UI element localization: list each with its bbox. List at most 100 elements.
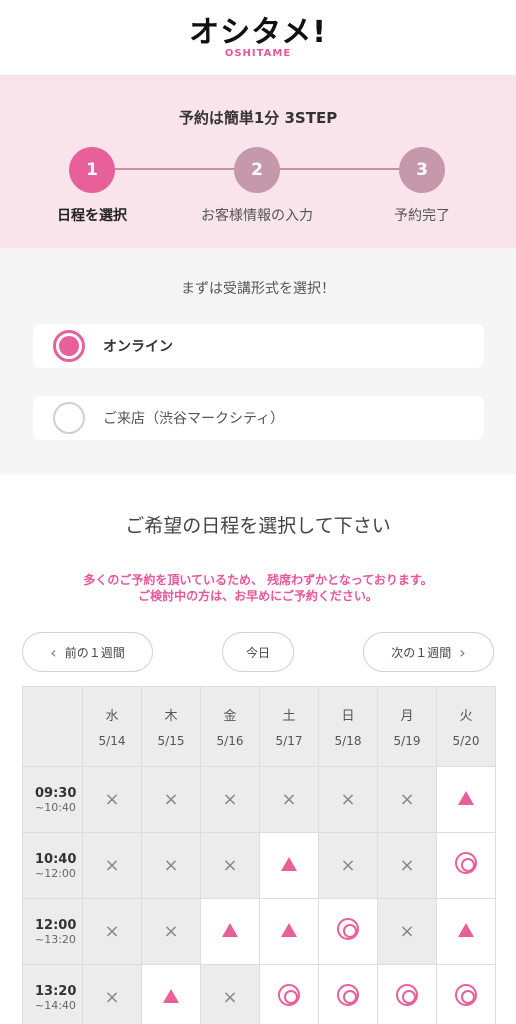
slot-few-left[interactable] <box>436 766 496 833</box>
availability-notice: 多くのご予約を頂いているため、 残席わずかとなっております。 ご検討中の方は、お… <box>0 572 516 604</box>
next-week-button[interactable]: 次の１週間 › <box>363 632 494 672</box>
day-header: 月 5/19 <box>377 686 437 767</box>
step-indicator: 1 日程を選択 2 お客様情報の入力 3 予約完了 予約は簡単1分 3STEP <box>0 75 516 248</box>
radio-unchecked-icon[interactable] <box>53 402 85 434</box>
slot-few-left[interactable] <box>259 898 319 965</box>
day-header: 金 5/16 <box>200 686 260 767</box>
table-row: 09:30 ~10:40 × × × × × × <box>22 766 496 833</box>
step-1: 1 日程を選択 <box>12 147 172 225</box>
time-slot-label: 09:30 ~10:40 <box>22 766 83 833</box>
slot-full: × <box>200 964 260 1024</box>
slot-full: × <box>200 766 260 833</box>
day-header: 木 5/15 <box>141 686 201 767</box>
option-in-store[interactable]: ご来店（渋谷マークシティ） <box>33 396 484 440</box>
triangle-icon <box>458 923 474 937</box>
day-header: 水 5/14 <box>82 686 142 767</box>
steps-title-wrap: 予約は簡単1分 3STEP <box>0 75 516 147</box>
logo-subtext: OSHITAME <box>224 48 292 59</box>
today-label: 今日 <box>245 645 270 660</box>
slot-few-left[interactable] <box>259 832 319 899</box>
day-header-saturday: 土 5/17 <box>259 686 319 767</box>
slot-full: × <box>141 766 201 833</box>
table-row: 13:20 ~14:40 × × <box>22 964 496 1024</box>
table-header-row: 水 5/14 木 5/15 金 5/16 土 5/17 日 5/18 月 5/19 火 5/2… <box>22 686 496 767</box>
cross-icon: × <box>222 855 238 876</box>
logo[interactable]: オシタメ! <box>189 16 327 50</box>
triangle-icon <box>458 791 474 805</box>
slot-available[interactable] <box>377 964 437 1024</box>
slot-full: × <box>82 832 142 899</box>
cross-icon: × <box>281 789 297 810</box>
double-circle-icon <box>337 984 359 1006</box>
triangle-icon <box>281 857 297 871</box>
slot-full: × <box>259 766 319 833</box>
cross-icon: × <box>340 789 356 810</box>
slot-full: × <box>377 898 437 965</box>
time-header <box>22 686 83 767</box>
double-circle-icon <box>455 852 477 874</box>
step-3-circle: 3 <box>399 147 445 193</box>
cross-icon: × <box>104 855 120 876</box>
day-header-sunday: 日 5/18 <box>318 686 378 767</box>
triangle-icon <box>222 923 238 937</box>
slot-full: × <box>82 898 142 965</box>
cross-icon: × <box>222 789 238 810</box>
radio-checked-icon[interactable] <box>53 330 85 362</box>
prev-week-label: 前の１週間 <box>64 645 125 660</box>
slot-full: × <box>82 964 142 1024</box>
cross-icon: × <box>104 921 120 942</box>
slot-full: × <box>318 832 378 899</box>
format-section: まずは受講形式を選択！ オンライン ご来店（渋谷マークシティ） <box>0 248 516 474</box>
time-slot-label: 12:00 ~13:20 <box>22 898 83 965</box>
schedule-table: 水 5/14 木 5/15 金 5/16 土 5/17 日 5/18 月 5/19 火 5/2… <box>22 686 496 1024</box>
double-circle-icon <box>396 984 418 1006</box>
triangle-icon <box>163 989 179 1003</box>
schedule-title: ご希望の日程を選択して下さい <box>125 515 391 537</box>
slot-full: × <box>377 766 437 833</box>
step-1-label: 日程を選択 <box>57 208 127 224</box>
step-1-circle: 1 <box>69 147 115 193</box>
cross-icon: × <box>399 789 415 810</box>
prev-week-button[interactable]: ‹ 前の１週間 <box>22 632 153 672</box>
slot-full: × <box>318 766 378 833</box>
cross-icon: × <box>399 921 415 942</box>
slot-full: × <box>377 832 437 899</box>
triangle-icon <box>281 923 297 937</box>
cross-icon: × <box>163 855 179 876</box>
double-circle-icon <box>337 918 359 940</box>
header: オシタメ! OSHITAME <box>0 0 516 75</box>
chevron-left-icon: ‹ <box>50 642 57 662</box>
time-slot-label: 10:40 ~12:00 <box>22 832 83 899</box>
option-online-label: オンライン <box>103 339 173 355</box>
double-circle-icon <box>278 984 300 1006</box>
slot-available[interactable] <box>259 964 319 1024</box>
step-2-label: お客様情報の入力 <box>201 208 313 224</box>
slot-available[interactable] <box>318 898 378 965</box>
slot-full: × <box>200 832 260 899</box>
notice-line-1: 多くのご予約を頂いているため、 残席わずかとなっております。 <box>83 573 433 587</box>
today-button[interactable]: 今日 <box>222 632 294 672</box>
double-circle-icon <box>455 984 477 1006</box>
format-title: まずは受講形式を選択！ <box>181 281 335 297</box>
cross-icon: × <box>163 921 179 942</box>
day-header: 火 5/20 <box>436 686 496 767</box>
slot-full: × <box>141 832 201 899</box>
time-slot-label: 13:20 ~14:40 <box>22 964 83 1024</box>
chevron-right-icon: › <box>459 642 466 662</box>
table-row: 12:00 ~13:20 × × × <box>22 898 496 965</box>
slot-few-left[interactable] <box>141 964 201 1024</box>
slot-few-left[interactable] <box>436 898 496 965</box>
cross-icon: × <box>222 987 238 1008</box>
next-week-label: 次の１週間 <box>391 645 452 660</box>
step-2-circle: 2 <box>234 147 280 193</box>
slot-available[interactable] <box>436 832 496 899</box>
step-2: 2 お客様情報の入力 <box>177 147 337 225</box>
slot-available[interactable] <box>436 964 496 1024</box>
step-3-label: 予約完了 <box>394 208 450 224</box>
slot-full: × <box>82 766 142 833</box>
slot-few-left[interactable] <box>200 898 260 965</box>
cross-icon: × <box>163 789 179 810</box>
slot-available[interactable] <box>318 964 378 1024</box>
option-online[interactable]: オンライン <box>33 324 484 368</box>
step-3: 3 予約完了 <box>342 147 502 225</box>
